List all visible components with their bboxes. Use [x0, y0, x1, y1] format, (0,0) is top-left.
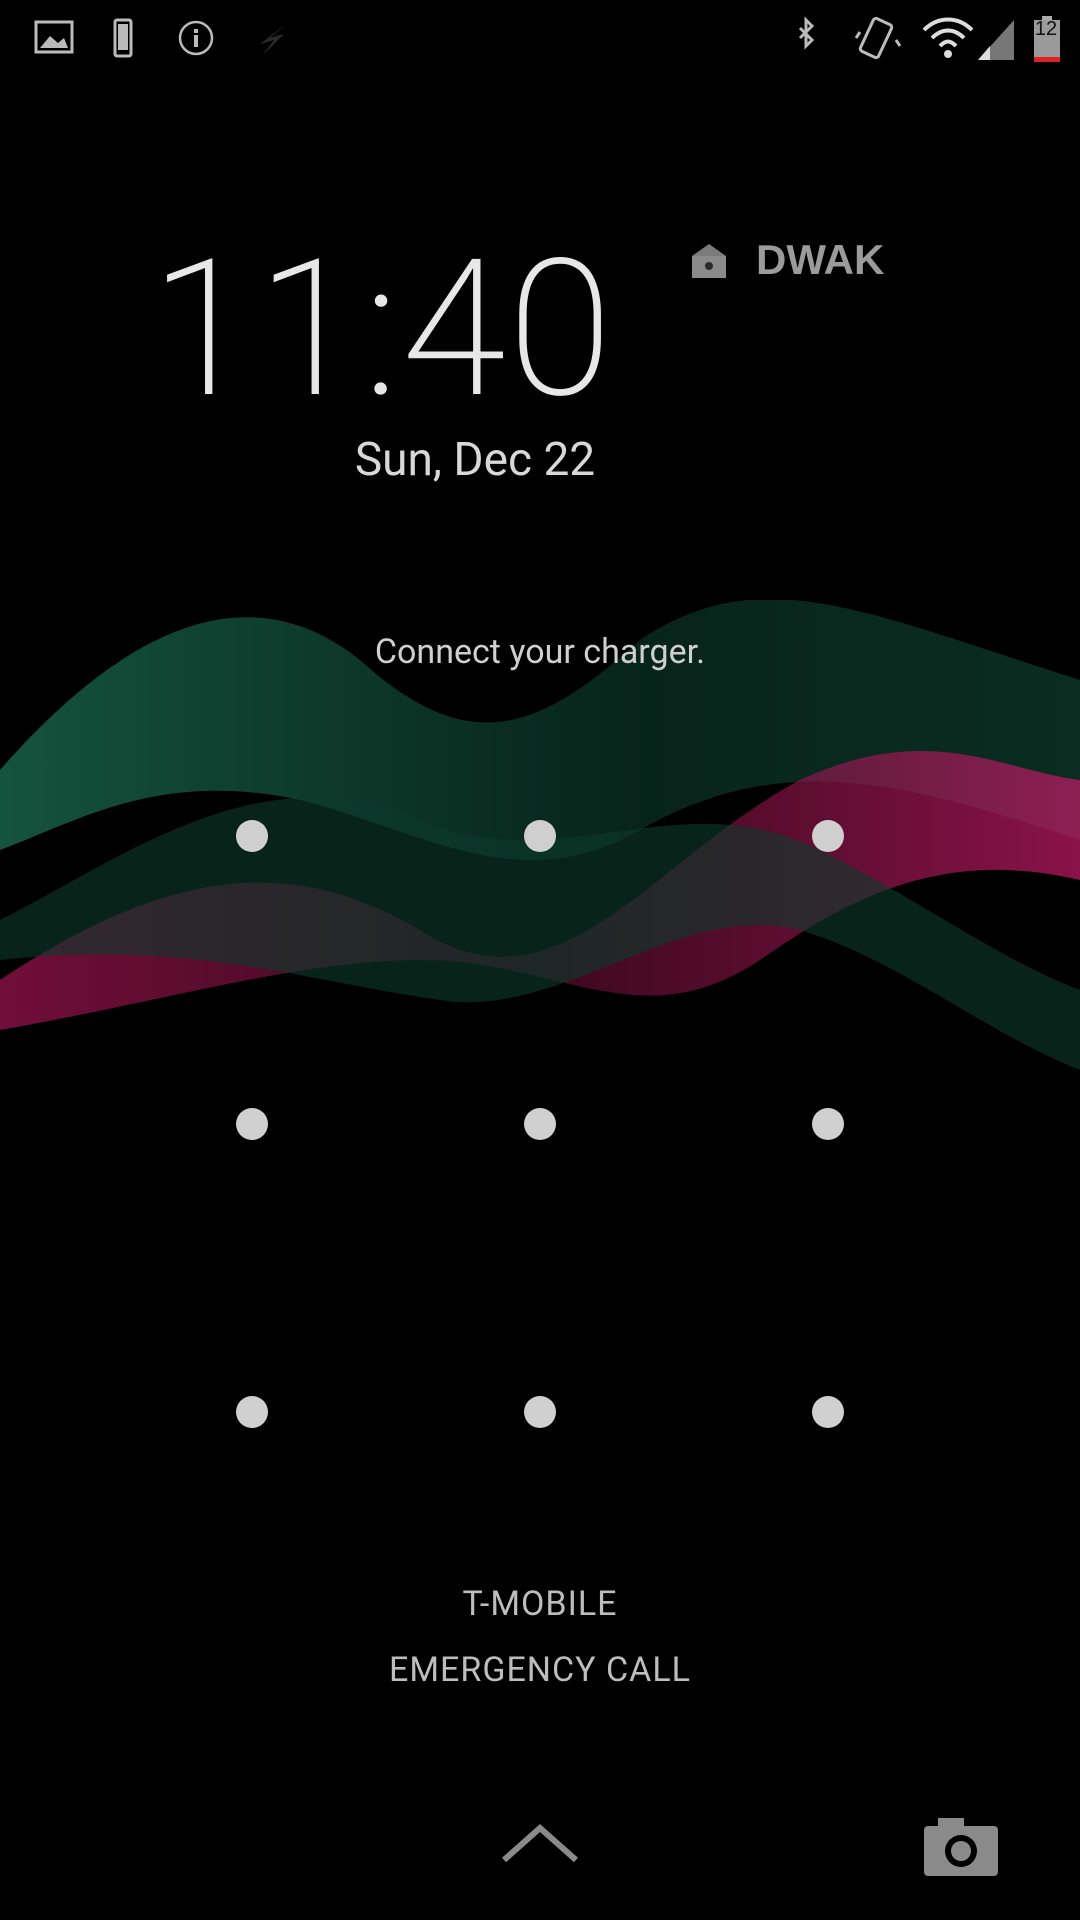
pattern-dot[interactable]: [524, 1396, 556, 1428]
pattern-dot[interactable]: [236, 820, 268, 852]
pattern-dot[interactable]: [812, 1396, 844, 1428]
pattern-dot[interactable]: [812, 1108, 844, 1140]
pattern-dot[interactable]: [524, 1108, 556, 1140]
pattern-dot[interactable]: [524, 820, 556, 852]
pattern-dot[interactable]: [236, 1396, 268, 1428]
pattern-dot[interactable]: [236, 1108, 268, 1140]
pattern-lock[interactable]: [0, 0, 1080, 1920]
carrier-label: T-MOBILE: [462, 1584, 618, 1624]
pattern-dot[interactable]: [812, 820, 844, 852]
emergency-call-button[interactable]: EMERGENCY CALL: [0, 1650, 1080, 1690]
chevron-up-icon[interactable]: [500, 1820, 580, 1870]
camera-icon[interactable]: [918, 1812, 1004, 1882]
